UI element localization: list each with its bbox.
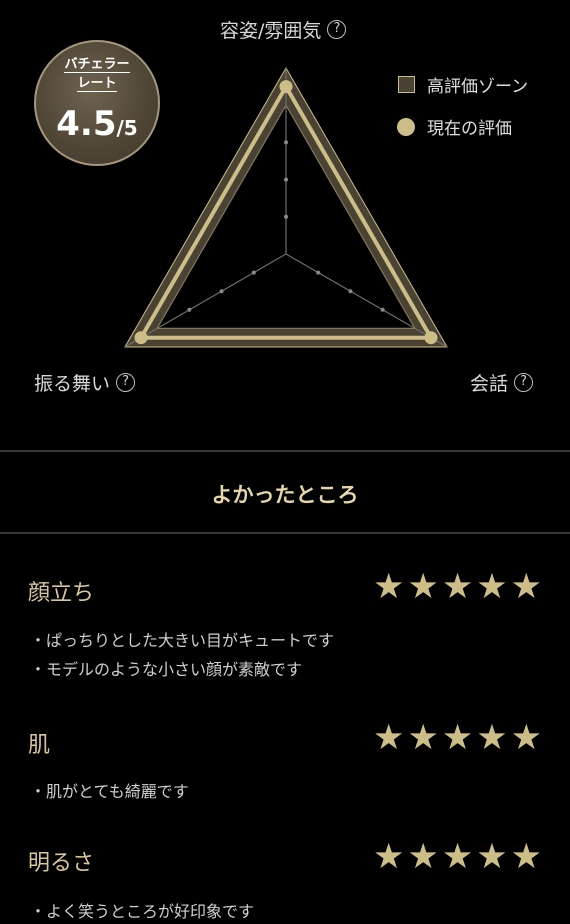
axis-label-appearance: 容姿/雰囲気 ? xyxy=(220,16,347,43)
star-icon: ★ xyxy=(441,718,474,758)
badge-score-value: 4.5 xyxy=(56,104,117,144)
star-icon: ★ xyxy=(407,837,439,877)
radar-tick xyxy=(219,289,224,294)
axis-label-conversation: 会話 ? xyxy=(470,369,534,396)
divider xyxy=(0,450,570,452)
star-icon: ★ xyxy=(373,718,405,758)
legend-current: 現在の評価 xyxy=(397,114,512,139)
section-title: よかったところ xyxy=(211,483,359,507)
category-title: 肌 xyxy=(28,733,51,758)
star-rating: ★ ★ ★ ★ ★ xyxy=(373,721,542,756)
star-icon: ★ xyxy=(510,718,542,758)
star-rating: ★ ★ ★ ★ ★ xyxy=(373,570,542,605)
axis-label-behavior-text: 振る舞い xyxy=(34,373,111,395)
badge-score: 4.5/5 xyxy=(36,104,158,144)
comment-item: ・肌がとても綺麗です xyxy=(30,782,189,801)
bachelor-rate-badge: バチェラー レート 4.5/5 xyxy=(34,40,160,166)
radar-tick xyxy=(187,307,192,312)
radar-tick xyxy=(316,270,321,275)
badge-label-line1: バチェラー xyxy=(64,57,130,73)
radar-tick xyxy=(251,270,256,275)
current-rating-point xyxy=(279,80,293,94)
radar-tick xyxy=(284,140,288,145)
star-rating: ★ ★ ★ ★ ★ xyxy=(373,840,542,875)
radar-tick xyxy=(284,177,288,182)
divider xyxy=(0,532,570,534)
comment-item: ・モデルのような小さい顔が素敵です xyxy=(30,660,303,679)
radar-tick xyxy=(284,214,288,219)
star-icon: ★ xyxy=(407,718,439,758)
star-icon: ★ xyxy=(441,837,474,877)
legend-zone-label: 高評価ゾーン xyxy=(427,77,529,97)
star-icon: ★ xyxy=(510,837,542,877)
star-icon: ★ xyxy=(476,837,508,877)
star-icon: ★ xyxy=(441,567,474,607)
legend-zone-swatch xyxy=(398,76,415,93)
current-rating-point xyxy=(134,331,148,345)
category-title: 明るさ xyxy=(28,851,95,876)
help-icon[interactable]: ? xyxy=(116,373,136,392)
comment-item: ・ぱっちりとした大きい目がキュートです xyxy=(30,631,335,650)
category-title: 顔立ち xyxy=(28,581,95,606)
axis-label-behavior: 振る舞い ? xyxy=(34,369,136,396)
legend-current-label: 現在の評価 xyxy=(427,119,512,139)
star-icon: ★ xyxy=(373,837,405,877)
legend-high-zone: 高評価ゾーン xyxy=(398,72,528,97)
badge-score-max: /5 xyxy=(116,116,138,140)
star-icon: ★ xyxy=(510,567,542,607)
axis-label-appearance-text: 容姿/雰囲気 xyxy=(220,20,322,42)
radar-tick xyxy=(348,289,353,294)
comment-item: ・よく笑うところが好印象です xyxy=(30,902,255,921)
star-icon: ★ xyxy=(407,567,439,607)
star-icon: ★ xyxy=(373,567,405,607)
current-rating-point xyxy=(424,331,438,345)
badge-label: バチェラー レート xyxy=(36,55,158,93)
star-icon: ★ xyxy=(476,718,508,758)
star-icon: ★ xyxy=(476,567,508,607)
legend-current-swatch xyxy=(397,117,415,136)
help-icon[interactable]: ? xyxy=(327,20,347,39)
help-icon[interactable]: ? xyxy=(514,373,534,392)
radar-tick xyxy=(380,307,385,312)
axis-label-conversation-text: 会話 xyxy=(470,373,509,395)
badge-label-line2: レート xyxy=(77,76,117,92)
